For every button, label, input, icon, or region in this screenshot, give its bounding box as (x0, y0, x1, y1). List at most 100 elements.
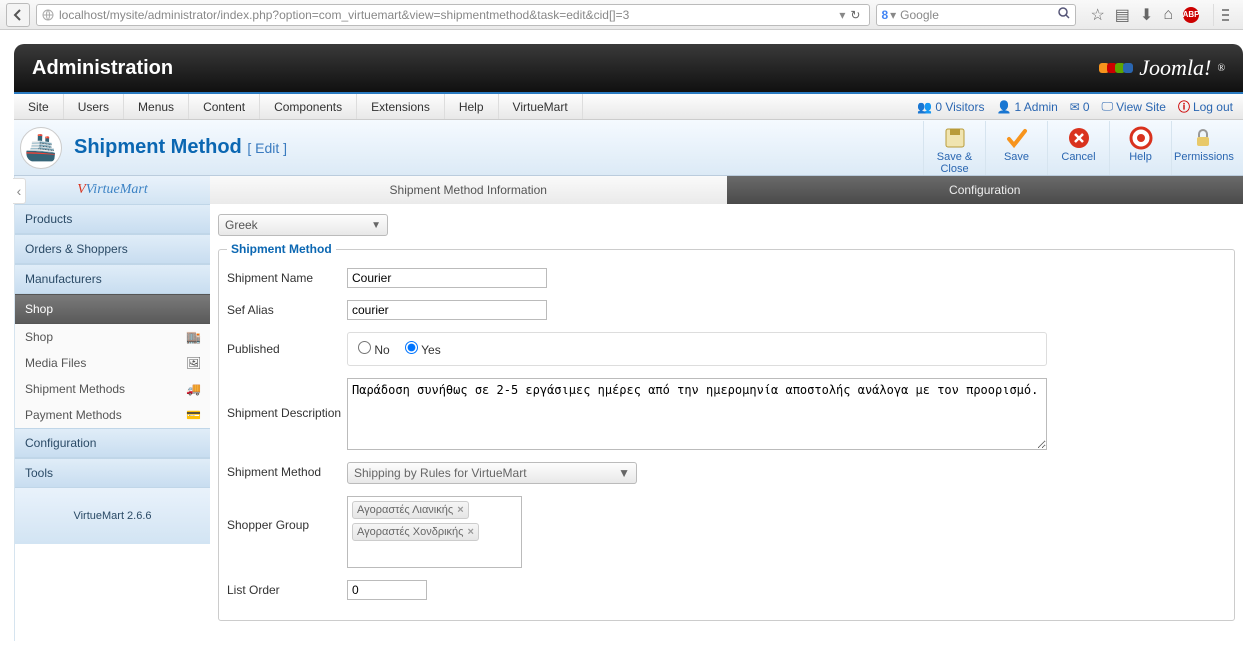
label-name: Shipment Name (227, 268, 347, 285)
star-icon[interactable]: ☆ (1090, 5, 1104, 25)
published-group: No Yes (347, 332, 1047, 366)
label-method: Shipment Method (227, 462, 347, 479)
list-order-input[interactable] (347, 580, 427, 600)
shopper-group-tag: Αγοραστές Χονδρικής× (352, 523, 479, 541)
browser-search-box[interactable]: 8 ▾ Google (876, 4, 1076, 26)
search-dropdown-icon[interactable]: ▾ (890, 8, 896, 22)
menu-menus[interactable]: Menus (124, 94, 189, 119)
tag-remove-icon[interactable]: × (467, 526, 473, 538)
shipment-description-textarea[interactable] (347, 378, 1047, 450)
google-g-icon: 8 (881, 8, 888, 22)
view-site-link[interactable]: 🖵View Site (1102, 99, 1166, 114)
shipment-fieldset: Shipment Method Shipment Name Sef Alias … (218, 242, 1235, 621)
cancel-button[interactable]: Cancel (1047, 121, 1109, 175)
shopper-group-tagbox[interactable]: Αγοραστές Λιανικής× Αγοραστές Χονδρικής× (347, 496, 522, 568)
published-no-option[interactable]: No (358, 343, 390, 357)
menu-content[interactable]: Content (189, 94, 260, 119)
search-engine-label: Google (900, 8, 939, 22)
admin-title: Administration (32, 57, 173, 80)
virtuemart-version: VirtueMart 2.6.6 (15, 488, 210, 544)
tab-info[interactable]: Shipment Method Information (210, 176, 727, 204)
language-select-value: Greek (225, 218, 258, 232)
sidebar-section-tools[interactable]: Tools (15, 458, 210, 488)
logout-icon: ⓘ (1178, 98, 1190, 115)
download-icon[interactable]: ⬇ (1140, 5, 1153, 25)
label-order: List Order (227, 580, 347, 597)
sidebar-item-shop[interactable]: Shop🏬 (15, 324, 210, 350)
permissions-button[interactable]: Permissions (1171, 121, 1233, 175)
help-button[interactable]: Help (1109, 121, 1171, 175)
visitors-count[interactable]: 👥0 Visitors (917, 100, 984, 114)
shopper-group-tag: Αγοραστές Λιανικής× (352, 501, 469, 519)
joomla-logo: Joomla! ® (1101, 55, 1225, 81)
menu-virtuemart[interactable]: VirtueMart (499, 94, 583, 119)
language-select[interactable]: Greek ▼ (218, 214, 388, 236)
caret-down-icon: ▼ (618, 466, 630, 480)
label-desc: Shipment Description (227, 378, 347, 420)
shopper-group-input[interactable] (352, 545, 517, 563)
home-icon[interactable]: ⌂ (1163, 6, 1173, 24)
tab-config[interactable]: Configuration (727, 176, 1243, 204)
tabs: Shipment Method Information Configuratio… (210, 176, 1243, 204)
published-no-radio[interactable] (358, 341, 371, 354)
sidebar-item-payment[interactable]: Payment Methods💳 (15, 402, 210, 428)
sidebar: VVirtueMart Products Orders & Shoppers M… (14, 176, 210, 641)
admin-header: Administration Joomla! ® (14, 44, 1243, 92)
adblock-icon[interactable]: ABP (1183, 7, 1199, 23)
save-close-button[interactable]: Save & Close (923, 121, 985, 175)
browser-tool-icons: ☆ ▤ ⬇ ⌂ ABP (1082, 4, 1237, 26)
sidebar-item-media[interactable]: Media Files🖼 (15, 350, 210, 376)
main-menu: Site Users Menus Content Components Exte… (14, 92, 1243, 120)
reload-icon[interactable]: ↻ (845, 8, 865, 22)
visitors-icon: 👥 (917, 100, 932, 114)
fieldset-legend: Shipment Method (227, 242, 336, 256)
sidebar-section-manufacturers[interactable]: Manufacturers (15, 264, 210, 294)
menu-components[interactable]: Components (260, 94, 357, 119)
joomla-logo-text: Joomla! (1139, 55, 1211, 81)
menu-extensions[interactable]: Extensions (357, 94, 445, 119)
sidebar-item-shipment[interactable]: Shipment Methods🚚 (15, 376, 210, 402)
logout-link[interactable]: ⓘLog out (1178, 98, 1233, 115)
published-yes-option[interactable]: Yes (405, 343, 441, 357)
sef-alias-input[interactable] (347, 300, 547, 320)
hamburger-menu-icon[interactable] (1213, 4, 1229, 26)
save-button[interactable]: Save (985, 121, 1047, 175)
help-icon (1112, 125, 1169, 151)
sidebar-shop-sublist: Shop🏬 Media Files🖼 Shipment Methods🚚 Pay… (15, 324, 210, 428)
cancel-icon (1050, 125, 1107, 151)
page-title: Shipment Method [ Edit ] (74, 136, 287, 159)
shipment-method-select[interactable]: Shipping by Rules for VirtueMart ▼ (347, 462, 637, 484)
ship-icon: 🚢 (25, 132, 57, 163)
tag-remove-icon[interactable]: × (457, 504, 463, 516)
url-bar[interactable]: localhost/mysite/administrator/index.php… (36, 4, 870, 26)
messages-count[interactable]: ✉0 (1070, 100, 1090, 114)
shipment-method-value: Shipping by Rules for VirtueMart (354, 466, 527, 480)
caret-down-icon: ▼ (371, 220, 381, 231)
globe-icon (41, 8, 55, 22)
lock-icon (1174, 125, 1231, 151)
label-alias: Sef Alias (227, 300, 347, 317)
shop-icon: 🏬 (186, 330, 200, 344)
truck-icon: 🚚 (186, 382, 200, 396)
browser-back-button[interactable] (6, 3, 30, 27)
sidebar-section-orders[interactable]: Orders & Shoppers (15, 234, 210, 264)
view-site-icon: 🖵 (1102, 99, 1114, 114)
sidebar-section-shop[interactable]: Shop (15, 294, 210, 324)
search-icon[interactable] (1057, 6, 1071, 23)
sidebar-section-configuration[interactable]: Configuration (15, 428, 210, 458)
url-text: localhost/mysite/administrator/index.php… (59, 8, 629, 22)
shipment-name-input[interactable] (347, 268, 547, 288)
reading-list-icon[interactable]: ▤ (1115, 5, 1130, 25)
toolbar: Save & Close Save Cancel Help Permission… (923, 121, 1233, 175)
admin-count[interactable]: 👤1 Admin (996, 100, 1057, 114)
sidebar-section-products[interactable]: Products (15, 204, 210, 234)
menu-users[interactable]: Users (64, 94, 124, 119)
joomla-symbol-icon (1101, 63, 1133, 73)
card-icon: 💳 (186, 408, 200, 422)
form-area: Greek ▼ Shipment Method Shipment Name Se… (210, 204, 1243, 641)
menu-help[interactable]: Help (445, 94, 499, 119)
menu-site[interactable]: Site (14, 94, 64, 119)
save-close-icon (926, 125, 983, 151)
published-yes-radio[interactable] (405, 341, 418, 354)
media-icon: 🖼 (186, 356, 200, 370)
